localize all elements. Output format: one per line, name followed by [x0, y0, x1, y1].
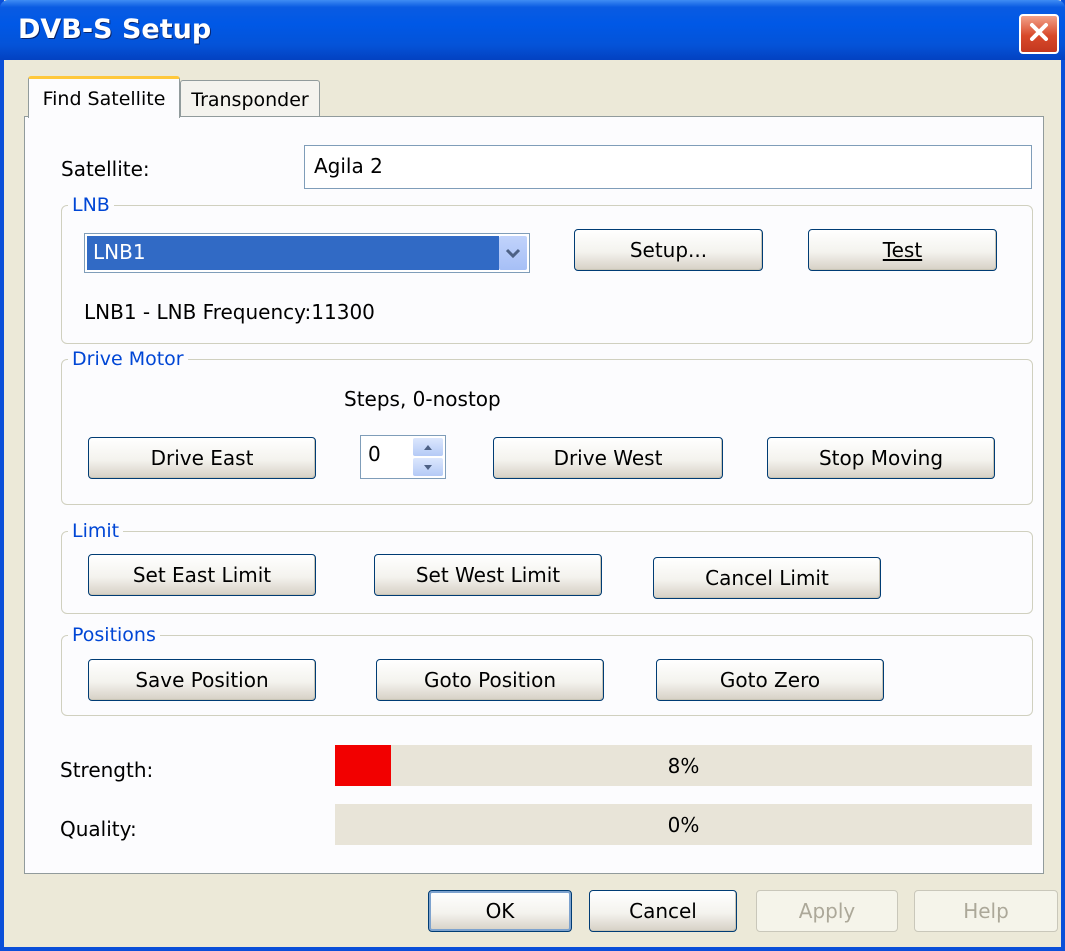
tab-transponder-label: Transponder [191, 88, 309, 111]
stop-moving-label: Stop Moving [818, 446, 944, 470]
dvbs-setup-dialog: DVB-S Setup Find Satellite Transponder S… [0, 0, 1065, 951]
window-title: DVB-S Setup [18, 14, 212, 45]
ok-label: OK [485, 899, 515, 923]
save-position-label: Save Position [135, 668, 269, 692]
drive-motor-legend: Drive Motor [72, 348, 184, 370]
chevron-down-icon[interactable] [499, 236, 527, 270]
help-label: Help [963, 899, 1009, 923]
apply-label: Apply [798, 899, 856, 923]
strength-label: Strength: [60, 758, 154, 782]
strength-text: 8% [667, 753, 700, 778]
tab-find-satellite[interactable]: Find Satellite [28, 76, 180, 118]
goto-zero-button[interactable]: Goto Zero [656, 659, 884, 701]
quality-label: Quality: [60, 817, 137, 841]
satellite-label: Satellite: [61, 157, 150, 181]
lnb-info: LNB1 - LNB Frequency:11300 [84, 300, 375, 324]
satellite-field[interactable]: Agila 2 [304, 145, 1032, 189]
drive-west-button[interactable]: Drive West [493, 437, 723, 479]
stop-moving-button[interactable]: Stop Moving [767, 437, 995, 479]
cancel-button[interactable]: Cancel [589, 890, 737, 932]
drive-motor-group: Drive Motor [61, 348, 1033, 505]
positions-legend: Positions [72, 624, 156, 646]
apply-button[interactable]: Apply [756, 890, 898, 932]
lnb-test-label: Test [882, 238, 923, 262]
lnb-legend: LNB [72, 194, 110, 216]
steps-value: 0 [368, 442, 381, 466]
lnb-select[interactable]: LNB1 [84, 233, 530, 273]
strength-bar: 8% [335, 745, 1032, 786]
close-button[interactable] [1019, 14, 1059, 54]
goto-position-button[interactable]: Goto Position [376, 659, 604, 701]
goto-position-label: Goto Position [423, 668, 557, 692]
tab-transponder[interactable]: Transponder [180, 80, 320, 118]
cancel-limit-label: Cancel Limit [705, 566, 829, 590]
help-button[interactable]: Help [914, 890, 1058, 932]
cancel-limit-button[interactable]: Cancel Limit [653, 557, 881, 599]
steps-label: Steps, 0-nostop [344, 387, 501, 411]
spin-down-icon[interactable] [413, 458, 443, 476]
ok-button[interactable]: OK [428, 890, 572, 932]
quality-bar: 0% [335, 804, 1032, 845]
lnb-test-button[interactable]: Test [808, 229, 997, 271]
satellite-value: Agila 2 [314, 154, 383, 178]
goto-zero-label: Goto Zero [719, 668, 821, 692]
set-east-limit-button[interactable]: Set East Limit [88, 554, 316, 596]
drive-east-label: Drive East [150, 446, 254, 470]
limit-legend: Limit [72, 520, 120, 542]
cancel-label: Cancel [629, 899, 697, 923]
lnb-setup-label: Setup... [629, 238, 708, 262]
lnb-setup-button[interactable]: Setup... [574, 229, 763, 271]
set-west-limit-button[interactable]: Set West Limit [374, 554, 602, 596]
tab-find-satellite-label: Find Satellite [42, 87, 166, 110]
steps-stepper[interactable]: 0 [360, 435, 446, 479]
drive-east-button[interactable]: Drive East [88, 437, 316, 479]
quality-text: 0% [667, 812, 700, 837]
title-bar: DVB-S Setup [0, 0, 1065, 60]
save-position-button[interactable]: Save Position [88, 659, 316, 701]
set-east-limit-label: Set East Limit [132, 563, 272, 587]
lnb-selected-value: LNB1 [87, 236, 499, 270]
drive-west-label: Drive West [553, 446, 663, 470]
spin-up-icon[interactable] [413, 438, 443, 456]
set-west-limit-label: Set West Limit [415, 563, 561, 587]
close-icon [1028, 21, 1050, 47]
